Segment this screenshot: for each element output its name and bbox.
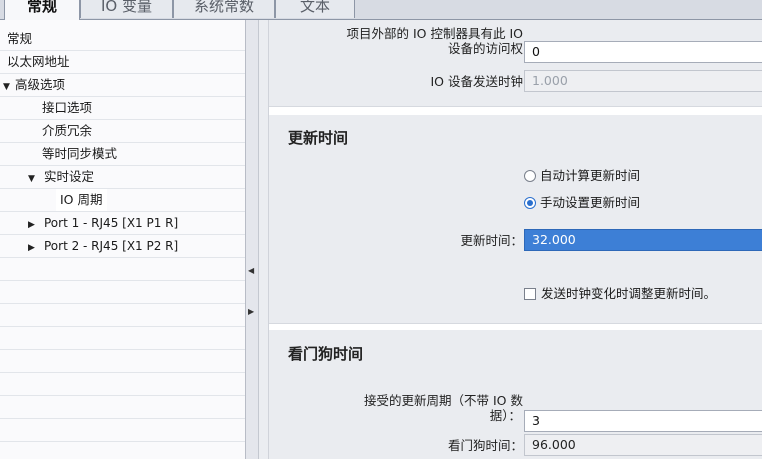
update-time-section: 更新时间 自动计算更新时间 手动设置更新时间 更新时间： 32.000 发送时钟… — [269, 115, 762, 324]
send-clock-field: 1.000 — [524, 70, 762, 92]
radio-auto-update[interactable]: 自动计算更新时间 — [524, 166, 640, 186]
watchdog-time-label: 看门狗时间： — [447, 438, 523, 453]
tree-item-label: 常规 — [7, 31, 33, 46]
panel-splitter[interactable]: ◀ ▶ — [246, 20, 259, 459]
checkbox-label: 发送时钟变化时调整更新时间。 — [541, 286, 717, 301]
tree-item-realtime-settings[interactable]: ▼ 实时设定 — [0, 166, 245, 189]
tab-io-tags[interactable]: IO 变量 — [80, 0, 173, 18]
tree-empty-row — [0, 373, 245, 396]
access-label-line2: 设备的访问权 — [447, 41, 523, 56]
access-label: 项目外部的 IO 控制器具有此 IO 设备的访问权 — [269, 26, 523, 56]
tree-item-isochronous-mode[interactable]: 等时同步模式 — [0, 143, 245, 166]
update-time-field[interactable]: 32.000 — [524, 229, 762, 251]
access-field[interactable]: 0 — [524, 41, 762, 63]
radio-manual-update[interactable]: 手动设置更新时间 — [524, 193, 640, 213]
tree-item-label: 实时设定 — [43, 169, 94, 184]
tree-item-label: 接口选项 — [42, 100, 93, 115]
collapse-left-icon[interactable]: ◀ — [248, 266, 254, 275]
adjust-update-time-checkbox[interactable]: 发送时钟变化时调整更新时间。 — [524, 284, 716, 304]
expand-right-icon[interactable]: ▶ — [248, 307, 254, 316]
collapse-triangle-icon[interactable]: ▶ — [0, 237, 40, 259]
properties-content: 项目外部的 IO 控制器具有此 IO 设备的访问权 0 IO 设备发送时钟 1.… — [269, 20, 762, 459]
section-title: 更新时间 — [288, 129, 349, 147]
property-tabstrip: 常规 IO 变量 系统常数 文本 — [0, 0, 762, 20]
tree-empty-row — [0, 396, 245, 419]
tree-empty-row — [0, 304, 245, 327]
accepted-cycles-label: 接受的更新周期（不带 IO 数 据）： — [269, 393, 523, 423]
accepted-cycles-label-line2: 据）： — [489, 408, 521, 423]
radio-label: 手动设置更新时间 — [540, 195, 641, 210]
radio-label: 自动计算更新时间 — [540, 168, 641, 183]
radio-on-icon[interactable] — [524, 197, 536, 209]
tree-item-label: 等时同步模式 — [42, 146, 118, 161]
tree-empty-row — [0, 281, 245, 304]
expand-triangle-icon[interactable]: ▼ — [0, 168, 40, 190]
collapse-triangle-icon[interactable]: ▶ — [0, 214, 40, 236]
accepted-cycles-label-line1: 接受的更新周期（不带 IO 数 — [364, 393, 523, 408]
tab-texts[interactable]: 文本 — [275, 0, 355, 18]
tab-system-constants[interactable]: 系统常数 — [173, 0, 275, 18]
tree-empty-row — [0, 419, 245, 442]
tree-item-label: 介质冗余 — [42, 123, 93, 138]
tree-item-label: 高级选项 — [14, 77, 65, 92]
tree-item-port2[interactable]: ▶ Port 2 - RJ45 [X1 P2 R] — [0, 235, 245, 258]
tree-item-media-redundancy[interactable]: 介质冗余 — [0, 120, 245, 143]
expand-triangle-icon[interactable]: ▼ — [0, 76, 11, 98]
accepted-cycles-field[interactable]: 3 — [524, 410, 762, 432]
watchdog-section: 看门狗时间 接受的更新周期（不带 IO 数 据）： 3 看门狗时间： 96.00… — [269, 330, 762, 459]
tree-item-io-cycle[interactable]: IO 周期 — [0, 189, 245, 212]
tree-item-label: 以太网地址 — [7, 54, 70, 69]
update-time-label: 更新时间： — [460, 233, 523, 248]
tree-item-label: Port 2 - RJ45 [X1 P2 R] — [43, 239, 179, 253]
radio-off-icon[interactable] — [524, 170, 536, 182]
tree-empty-row — [0, 258, 245, 281]
tab-general[interactable]: 常规 — [4, 0, 80, 20]
tree-item-port1[interactable]: ▶ Port 1 - RJ45 [X1 P1 R] — [0, 212, 245, 235]
section-title: 看门狗时间 — [288, 345, 364, 363]
watchdog-time-field: 96.000 — [524, 434, 762, 456]
tree-empty-row — [0, 327, 245, 350]
property-nav-tree: 常规 以太网地址 ▼ 高级选项 接口选项 介质冗余 等时同步模式 ▼ 实时设定 … — [0, 20, 246, 459]
tree-item-general[interactable]: 常规 — [0, 28, 245, 51]
tree-item-interface-options[interactable]: 接口选项 — [0, 97, 245, 120]
tree-empty-row — [0, 350, 245, 373]
tree-item-label: IO 周期 — [56, 189, 107, 211]
tree-item-ethernet-address[interactable]: 以太网地址 — [0, 51, 245, 74]
access-label-line1: 项目外部的 IO 控制器具有此 IO — [346, 26, 523, 41]
send-clock-label: IO 设备发送时钟 — [430, 74, 524, 89]
vertical-scrollbar[interactable] — [259, 20, 269, 459]
tree-item-advanced-options[interactable]: ▼ 高级选项 — [0, 74, 245, 97]
tree-item-label: Port 1 - RJ45 [X1 P1 R] — [43, 216, 179, 230]
checkbox-icon[interactable] — [524, 288, 536, 300]
io-access-section: 项目外部的 IO 控制器具有此 IO 设备的访问权 0 IO 设备发送时钟 1.… — [269, 20, 762, 107]
